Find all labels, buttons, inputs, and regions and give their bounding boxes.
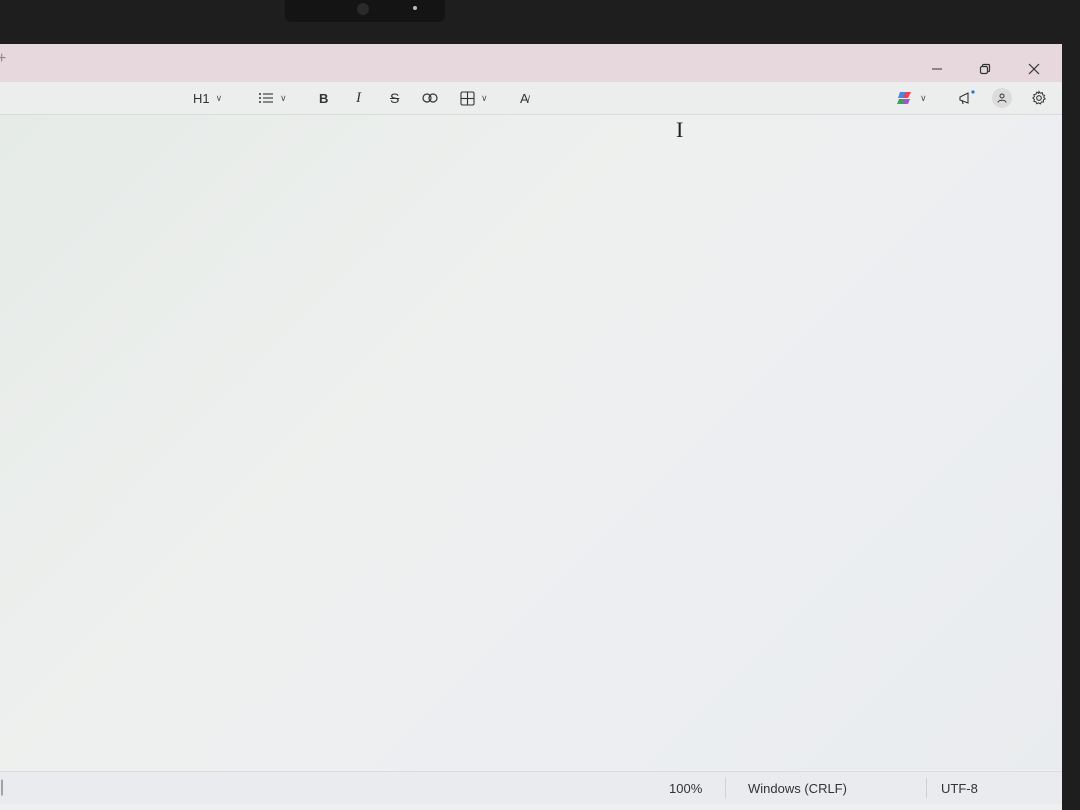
status-divider xyxy=(926,778,927,798)
status-divider xyxy=(725,778,726,798)
webcam-led xyxy=(413,6,417,10)
line-ending[interactable]: Windows (CRLF) xyxy=(748,781,847,796)
chevron-down-icon: ∨ xyxy=(280,92,287,103)
restore-icon xyxy=(979,63,991,75)
gear-icon xyxy=(1032,90,1047,105)
link-icon xyxy=(422,93,438,103)
formatting-toolbar: H1 ∨ ∨ B I S ∨ A ∨ xyxy=(0,82,1062,115)
zoom-level[interactable]: 100% xyxy=(669,781,702,796)
account-icon xyxy=(992,88,1012,108)
chevron-down-icon: ∨ xyxy=(481,92,488,103)
strikethrough-button[interactable]: S xyxy=(390,88,399,108)
clear-formatting-label: A xyxy=(520,90,529,106)
bold-button[interactable]: B xyxy=(319,88,328,108)
webcam xyxy=(285,0,445,22)
minimize-button[interactable] xyxy=(926,58,948,80)
close-icon xyxy=(1028,63,1040,75)
tab-add-icon[interactable]: + xyxy=(0,50,6,68)
bold-icon: B xyxy=(319,90,329,106)
table-icon xyxy=(460,90,475,106)
clear-formatting-icon: A̸ xyxy=(520,91,529,106)
restore-button[interactable] xyxy=(974,58,996,80)
text-cursor-icon: I xyxy=(676,117,684,142)
copilot-icon xyxy=(897,92,911,104)
status-left-icon: ∣ xyxy=(0,779,6,796)
minimize-icon xyxy=(932,68,942,70)
account-button[interactable] xyxy=(992,88,1012,108)
close-button[interactable] xyxy=(1023,58,1045,80)
chevron-down-icon: ∨ xyxy=(920,92,927,103)
status-bar: ∣ 100% Windows (CRLF) UTF-8 xyxy=(0,771,1062,804)
bulleted-list-icon xyxy=(259,93,273,103)
webcam-lens xyxy=(357,3,369,15)
copilot-dropdown[interactable]: ∨ xyxy=(896,88,927,108)
list-dropdown[interactable]: ∨ xyxy=(258,88,287,108)
text-editor-area[interactable]: I xyxy=(0,115,1062,770)
heading-dropdown[interactable]: H1 ∨ xyxy=(193,88,222,108)
heading-label: H1 xyxy=(193,90,210,106)
encoding[interactable]: UTF-8 xyxy=(941,781,978,796)
italic-button[interactable]: I xyxy=(356,88,361,108)
link-button[interactable] xyxy=(422,88,438,108)
chevron-down-icon: ∨ xyxy=(215,92,223,103)
italic-icon: I xyxy=(356,89,361,106)
announcements-button[interactable] xyxy=(958,88,976,108)
settings-button[interactable] xyxy=(1031,88,1047,108)
table-dropdown[interactable]: ∨ xyxy=(460,88,488,108)
clear-formatting-button[interactable]: A̸ xyxy=(520,88,529,108)
strikethrough-icon: S xyxy=(390,90,400,106)
megaphone-icon xyxy=(959,90,975,105)
notepad-window: + H1 ∨ ∨ B I S ∨ A ∨ I ∣ 100% Windows (C… xyxy=(0,44,1062,810)
title-bar: + xyxy=(0,44,1062,82)
